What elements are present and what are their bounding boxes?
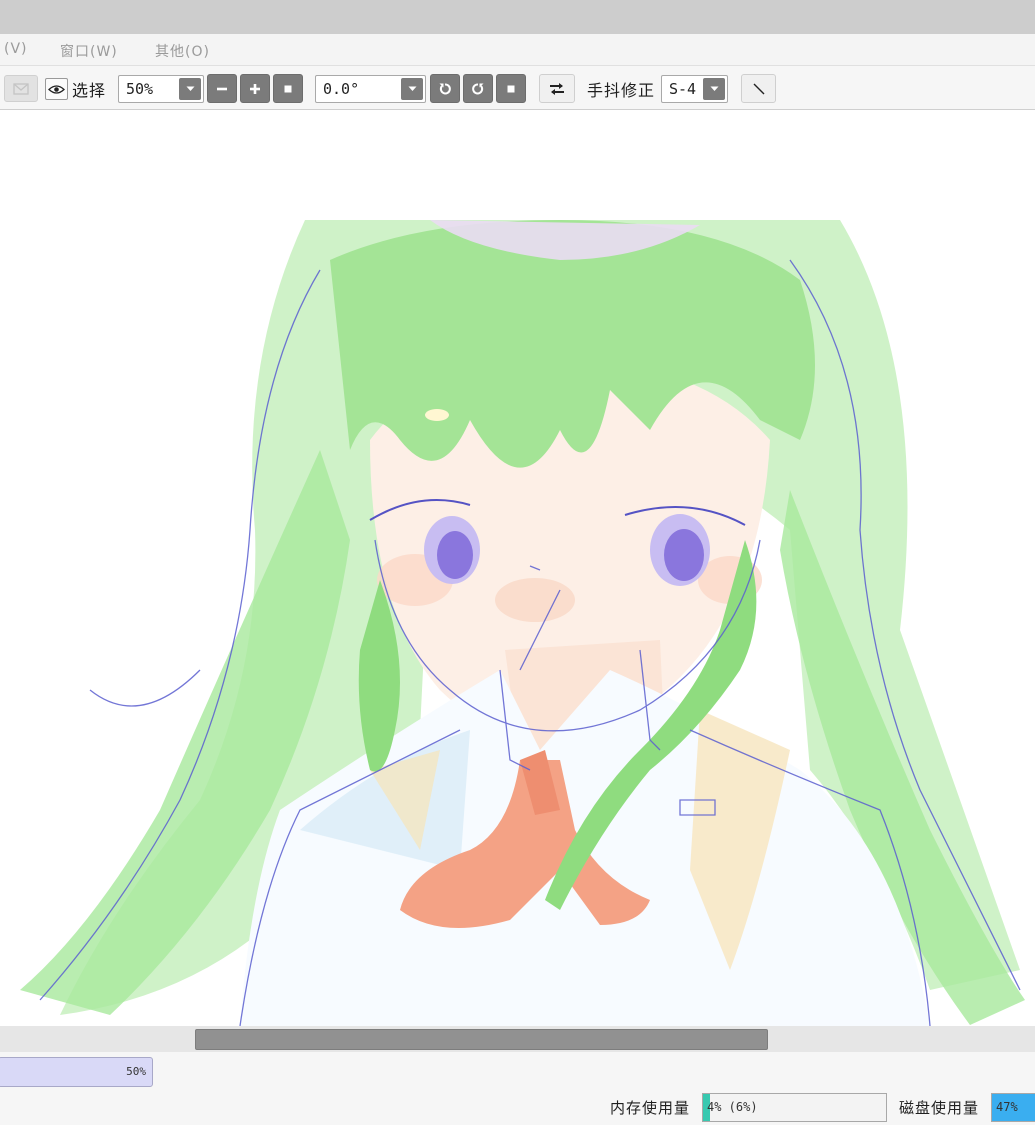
zoom-level-bar[interactable]: 50%	[0, 1057, 153, 1087]
horizontal-scrollbar[interactable]	[0, 1026, 1035, 1052]
menu-window[interactable]: 窗口(W)	[60, 41, 118, 61]
menu-other[interactable]: 其他(O)	[155, 41, 210, 61]
select-label: 选择	[72, 81, 107, 100]
rotation-select-value: 0.0°	[323, 80, 360, 98]
menu-view[interactable]: (V)	[4, 41, 28, 57]
stabilizer-select[interactable]: S-4	[661, 75, 728, 103]
line-tool-button[interactable]	[741, 74, 776, 103]
stabilizer-select-value: S-4	[669, 80, 697, 98]
horizontal-scrollbar-thumb[interactable]	[195, 1029, 768, 1050]
statusbar: 50% 内存使用量 4% (6%) 磁盘使用量 47%	[0, 1052, 1035, 1125]
drawing-canvas[interactable]	[0, 110, 1035, 1026]
disk-usage-meter: 47%	[991, 1093, 1035, 1122]
minus-icon	[217, 87, 227, 90]
toolbar: 选择 50% 0.0° 手抖修正 S-4	[0, 66, 1035, 110]
rotation-reset-button[interactable]	[496, 74, 526, 103]
flip-horizontal-button[interactable]	[539, 74, 575, 103]
rotate-left-icon	[439, 83, 451, 94]
zoom-reset-button[interactable]	[273, 74, 303, 103]
window-titlebar	[0, 0, 1035, 34]
disabled-tool-button[interactable]	[4, 75, 38, 102]
stabilizer-label: 手抖修正	[587, 81, 656, 100]
view-selection-toggle[interactable]	[45, 78, 68, 100]
rotate-left-button[interactable]	[430, 74, 460, 103]
zoom-out-button[interactable]	[207, 74, 237, 103]
disk-usage-label: 磁盘使用量	[899, 1099, 980, 1117]
zoom-in-button[interactable]	[240, 74, 270, 103]
chevron-down-icon[interactable]	[703, 78, 725, 100]
memory-usage-value: 4% (6%)	[707, 1100, 758, 1114]
envelope-icon	[13, 82, 29, 95]
menubar: (V) 窗口(W) 其他(O)	[0, 34, 1035, 66]
eye-icon	[48, 84, 65, 94]
memory-usage-meter: 4% (6%)	[702, 1093, 887, 1122]
rotation-select[interactable]: 0.0°	[315, 75, 426, 103]
disk-usage-value: 47%	[996, 1100, 1018, 1114]
plus-icon	[250, 83, 260, 94]
zoom-select-value: 50%	[126, 80, 154, 98]
rotate-right-button[interactable]	[463, 74, 493, 103]
square-icon	[507, 85, 515, 92]
flip-horizontal-icon	[550, 82, 564, 95]
illustration	[20, 220, 1025, 1026]
zoom-select[interactable]: 50%	[118, 75, 204, 103]
zoom-level-value: 50%	[126, 1065, 146, 1078]
square-icon	[284, 85, 292, 92]
rotate-right-icon	[472, 83, 484, 94]
memory-usage-label: 内存使用量	[610, 1099, 691, 1117]
chevron-down-icon[interactable]	[401, 78, 423, 100]
diagonal-line-icon	[753, 83, 764, 94]
chevron-down-icon[interactable]	[179, 78, 201, 100]
